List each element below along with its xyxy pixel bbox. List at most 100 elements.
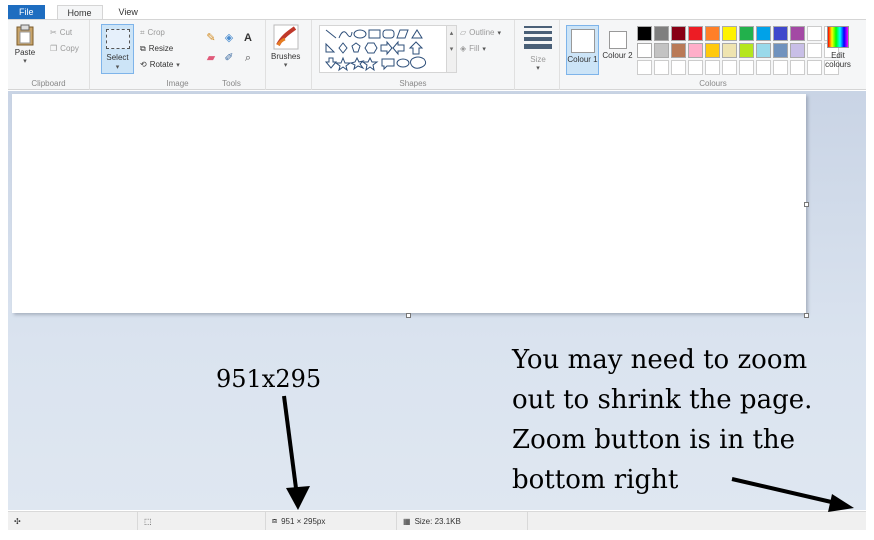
tab-home[interactable]: Home: [56, 5, 103, 19]
colour-swatch[interactable]: [671, 60, 686, 75]
scissors-icon: ✂: [50, 28, 57, 37]
cursor-position-icon: ✣: [14, 516, 21, 526]
colour-swatch[interactable]: [739, 43, 754, 58]
size-group: Size ▾: [515, 20, 560, 90]
colour-swatch[interactable]: [722, 26, 737, 41]
outline-dropdown-icon[interactable]: ▾: [498, 29, 502, 37]
tab-file[interactable]: File: [8, 5, 45, 19]
selection-size-cell: ⬚: [138, 512, 266, 530]
size-button[interactable]: Size ▾: [522, 26, 554, 72]
rotate-label: Rotate: [149, 60, 174, 69]
colour-swatch[interactable]: [773, 60, 788, 75]
colour-swatch[interactable]: [705, 26, 720, 41]
rotate-dropdown-icon[interactable]: ▾: [176, 61, 180, 69]
brushes-dropdown-icon[interactable]: ▾: [284, 61, 288, 69]
colour-swatch[interactable]: [790, 60, 805, 75]
clipboard-group-label: Clipboard: [31, 79, 66, 88]
zoom-annotation-line: out to shrink the page.: [512, 385, 813, 415]
rotate-icon: ⟲: [140, 60, 147, 69]
paste-button[interactable]: Paste ▾: [14, 24, 36, 65]
ribbon-tabs: File Home View: [8, 5, 866, 19]
drawing-canvas[interactable]: [12, 94, 806, 313]
colour-swatch[interactable]: [654, 26, 669, 41]
copy-button[interactable]: ❐ Copy: [50, 42, 79, 55]
colour-swatch[interactable]: [688, 43, 703, 58]
fill-bucket-icon[interactable]: ◈: [222, 31, 236, 45]
copy-label: Copy: [60, 44, 79, 53]
resize-handle-right[interactable]: [804, 202, 809, 207]
selection-icon: [106, 29, 130, 49]
colour-swatch[interactable]: [756, 43, 771, 58]
cut-button[interactable]: ✂ Cut: [50, 26, 72, 39]
cursor-position-cell: ✣: [8, 512, 138, 530]
edit-colours-button[interactable]: Edit colours: [818, 26, 858, 69]
colour-swatch[interactable]: [739, 26, 754, 41]
crop-button[interactable]: ⌗ Crop: [140, 26, 165, 39]
colour-swatch[interactable]: [671, 26, 686, 41]
resize-handle-corner[interactable]: [804, 313, 809, 318]
size-label: Size: [530, 55, 546, 64]
resize-icon: ⧉: [140, 43, 146, 53]
tab-view[interactable]: View: [109, 5, 148, 19]
colour-swatch[interactable]: [654, 43, 669, 58]
colour-swatch[interactable]: [790, 43, 805, 58]
colour-palette: [637, 26, 839, 75]
colour-swatch[interactable]: [705, 60, 720, 75]
resize-button[interactable]: ⧉ Resize: [140, 42, 173, 55]
colour-swatch[interactable]: [637, 60, 652, 75]
paint-window: File Home View Paste ▾ ✂ Cut ❐ Copy Clip…: [0, 0, 874, 540]
eraser-icon[interactable]: ▰: [204, 51, 218, 65]
colour-swatch[interactable]: [773, 43, 788, 58]
clipboard-group: Paste ▾ ✂ Cut ❐ Copy Clipboard: [8, 20, 90, 90]
colour-1-label: Colour 1: [567, 55, 598, 64]
colour-swatch[interactable]: [722, 60, 737, 75]
colour-swatch[interactable]: [654, 60, 669, 75]
magnifier-icon[interactable]: ⌕: [241, 51, 255, 65]
colour-1-button[interactable]: Colour 1: [566, 25, 599, 75]
pencil-icon[interactable]: ✎: [204, 31, 218, 45]
cut-label: Cut: [59, 28, 73, 37]
colour-swatch[interactable]: [790, 26, 805, 41]
rotate-button[interactable]: ⟲ Rotate ▾: [140, 58, 180, 71]
colour-swatch[interactable]: [671, 43, 686, 58]
colour-swatch[interactable]: [722, 43, 737, 58]
colour-2-button[interactable]: Colour 2: [601, 25, 634, 75]
colour-2-swatch: [608, 31, 627, 49]
paste-label: Paste: [14, 48, 36, 57]
colour-swatch[interactable]: [637, 43, 652, 58]
shapes-gallery-scroll[interactable]: ▴ ▾: [446, 25, 457, 73]
canvas-size-icon: ⧈: [272, 516, 278, 525]
colour-swatch[interactable]: [637, 26, 652, 41]
colour-swatch[interactable]: [705, 43, 720, 58]
text-tool-icon[interactable]: A: [241, 31, 255, 45]
resize-label: Resize: [148, 44, 174, 53]
size-dropdown-icon[interactable]: ▾: [536, 64, 540, 72]
shapes-gallery[interactable]: [319, 25, 449, 73]
select-label: Select: [106, 53, 129, 62]
paste-dropdown-icon[interactable]: ▾: [23, 57, 27, 65]
colours-group: Colour 1 Colour 2 Edit colours Colours: [560, 20, 866, 90]
colour-swatch[interactable]: [756, 26, 771, 41]
colour-swatch[interactable]: [688, 60, 703, 75]
colour-swatch[interactable]: [739, 60, 754, 75]
colours-group-label: Colours: [699, 79, 727, 88]
fill-dropdown-icon[interactable]: ▾: [482, 45, 486, 53]
zoom-annotation: You may need to zoom out to shrink the p…: [512, 340, 862, 500]
select-button[interactable]: Select ▾: [101, 24, 134, 74]
tools-group: ✎ ◈ A ▰ ✐ ⌕ Tools: [198, 20, 266, 90]
fill-button[interactable]: ◈ Fill ▾: [460, 42, 486, 55]
canvas-dimensions: 951 × 295px: [281, 516, 326, 526]
colour-swatch[interactable]: [773, 26, 788, 41]
resize-handle-bottom[interactable]: [406, 313, 411, 318]
colour-picker-icon[interactable]: ✐: [222, 51, 236, 65]
brushes-button[interactable]: Brushes ▾: [271, 24, 300, 69]
crop-icon: ⌗: [140, 27, 145, 37]
select-dropdown-icon[interactable]: ▾: [116, 64, 120, 71]
colour-swatch[interactable]: [756, 60, 771, 75]
outline-icon: ▱: [460, 28, 467, 37]
file-size-cell: ▦ Size: 23.1KB: [397, 512, 528, 530]
colour-swatch[interactable]: [688, 26, 703, 41]
brushes-label: Brushes: [271, 52, 301, 61]
brushes-group: Brushes ▾: [266, 20, 312, 90]
outline-button[interactable]: ▱ Outline ▾: [460, 26, 501, 39]
